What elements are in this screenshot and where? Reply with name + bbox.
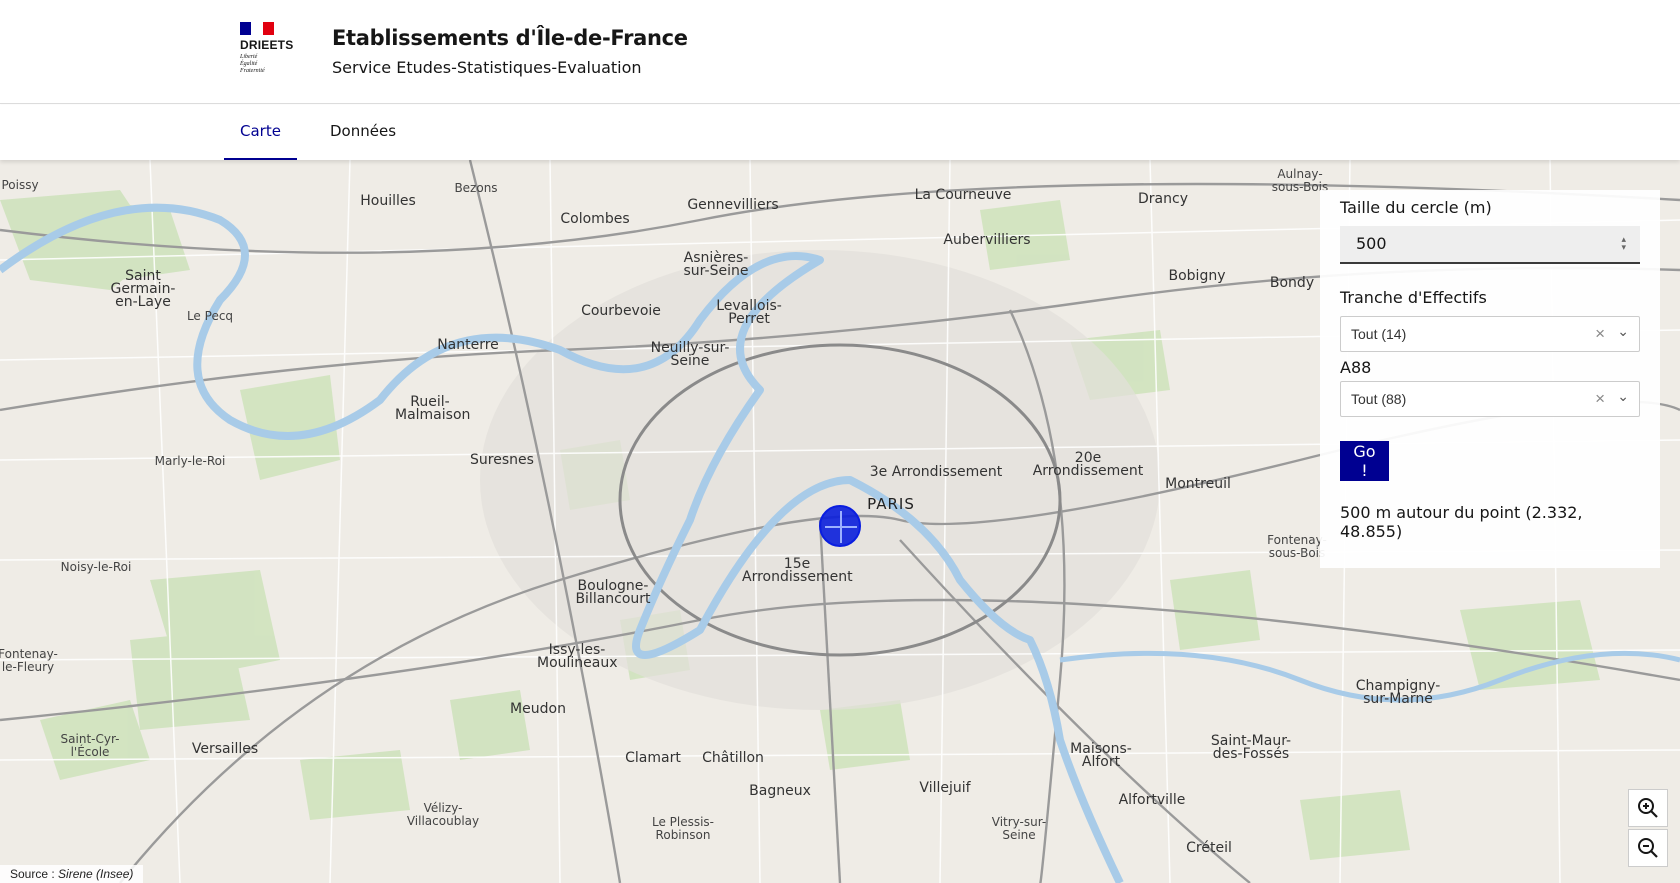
place-label: Drancy xyxy=(1138,191,1188,207)
place-label: Issy-les-Moulineaux xyxy=(537,642,618,671)
place-label: Versailles xyxy=(191,741,259,757)
a88-value: Tout (88) xyxy=(1351,391,1407,407)
circle-size-value: 500 xyxy=(1356,234,1387,253)
close-icon[interactable]: × xyxy=(1595,389,1605,409)
place-label: Bezons xyxy=(454,181,498,195)
place-label: Colombes xyxy=(560,211,630,227)
source-label: Source : xyxy=(10,867,59,881)
filter-panel: Taille du cercle (m) 500 ▴ ▾ Tranche d'Ef… xyxy=(1320,190,1660,568)
motto-line: Égalité xyxy=(240,61,258,67)
a88-select[interactable]: Tout (88) × ⌄ xyxy=(1340,381,1640,417)
circle-size-label: Taille du cercle (m) xyxy=(1340,198,1492,217)
place-label: Vélizy-Villacoublay xyxy=(406,801,480,828)
zoom-out-icon xyxy=(1638,838,1658,858)
zoom-in-button[interactable] xyxy=(1628,789,1668,827)
place-label: Bagneux xyxy=(749,783,811,799)
place-label: Saint-Cyr-l'École xyxy=(60,732,120,759)
place-label: Poissy xyxy=(1,178,39,192)
site-titles: Etablissements d'Île-de-France Service E… xyxy=(332,26,688,77)
place-label: Noisy-le-Roi xyxy=(60,560,132,574)
chevron-down-icon[interactable]: ⌄ xyxy=(1617,388,1629,405)
zoom-out-button[interactable] xyxy=(1628,829,1668,867)
place-label: 15e Arrondissement xyxy=(742,556,853,585)
place-label: Saint Germain-en-Laye xyxy=(110,268,176,310)
place-label: La Courneuve xyxy=(914,187,1012,203)
place-label: Clamart xyxy=(625,750,681,766)
zoom-in-icon xyxy=(1638,798,1658,818)
place-label: 20e Arrondissement xyxy=(1032,450,1144,479)
chevron-down-icon[interactable]: ⌄ xyxy=(1617,323,1629,340)
place-label: Villejuif xyxy=(919,780,971,796)
republique-flag-icon xyxy=(240,22,274,35)
place-label: Le Plessis-Robinson xyxy=(651,815,715,842)
site-header: DRIEETS Liberté Égalité Fraternité Etabl… xyxy=(0,0,1680,104)
place-label: Meudon xyxy=(510,701,566,717)
circle-size-input[interactable]: 500 ▴ ▾ xyxy=(1340,226,1640,264)
place-label: Alfortville xyxy=(1118,792,1186,808)
place-label: Vitry-sur-Seine xyxy=(991,815,1047,842)
motto-line: Liberté xyxy=(240,54,258,60)
site-subtitle: Service Etudes-Statistiques-Evaluation xyxy=(332,58,642,77)
place-label: Fontenay-le-Fleury xyxy=(0,647,58,674)
effectifs-select[interactable]: Tout (14) × ⌄ xyxy=(1340,316,1640,352)
site-title[interactable]: Etablissements d'Île-de-France xyxy=(332,26,688,50)
place-label: Aubervilliers xyxy=(943,232,1031,248)
place-label: Gennevilliers xyxy=(687,197,779,213)
place-label: Levallois-Perret xyxy=(716,298,782,327)
place-label-paris: PARIS xyxy=(867,495,915,513)
place-label: Maisons-Alfort xyxy=(1070,741,1132,770)
effectifs-label: Tranche d'Effectifs xyxy=(1340,288,1487,307)
a88-label: A88 xyxy=(1340,358,1372,377)
map-source: Source : Sirene (Insee) xyxy=(0,865,144,883)
place-label: Houilles xyxy=(360,193,416,209)
place-label: Suresnes xyxy=(470,452,534,468)
place-label: Courbevoie xyxy=(581,303,661,319)
place-label: Bobigny xyxy=(1168,268,1226,284)
radius-circle-marker[interactable] xyxy=(819,505,861,547)
drieets-logo[interactable]: DRIEETS Liberté Égalité Fraternité xyxy=(240,22,294,82)
place-label: 3e Arrondissement xyxy=(869,464,1003,480)
place-label: Châtillon xyxy=(702,750,764,766)
logo-motto: Liberté Égalité Fraternité xyxy=(240,54,294,75)
main-nav: Carte Données xyxy=(0,105,1680,160)
close-icon[interactable]: × xyxy=(1595,324,1605,344)
motto-line: Fraternité xyxy=(240,68,265,74)
place-label: Créteil xyxy=(1186,840,1232,856)
result-text: 500 m autour du point (2.332, 48.855) xyxy=(1340,503,1583,541)
go-button[interactable]: Go ! xyxy=(1340,441,1389,481)
place-label: Bondy xyxy=(1269,275,1315,291)
place-label: Le Pecq xyxy=(186,309,234,323)
effectifs-value: Tout (14) xyxy=(1351,326,1407,342)
spinner-icon[interactable]: ▴ ▾ xyxy=(1621,236,1626,253)
source-name: Sirene (Insee) xyxy=(58,867,134,881)
place-label: Asnières-sur-Seine xyxy=(683,250,749,279)
place-label: Boulogne-Billancourt xyxy=(575,578,651,607)
place-label: Montreuil xyxy=(1165,476,1231,492)
place-label: Marly-le-Roi xyxy=(154,454,226,468)
place-label: Nanterre xyxy=(437,337,499,353)
place-label: Champigny-sur-Marne xyxy=(1355,678,1441,707)
place-label: Neuilly-sur-Seine xyxy=(650,340,730,369)
logo-name: DRIEETS xyxy=(240,38,294,52)
tab-carte[interactable]: Carte xyxy=(224,105,297,160)
place-label: Rueil-Malmaison xyxy=(395,394,471,423)
place-label: Saint-Maur-des-Fossés xyxy=(1210,733,1292,762)
tab-donnees[interactable]: Données xyxy=(314,105,412,160)
